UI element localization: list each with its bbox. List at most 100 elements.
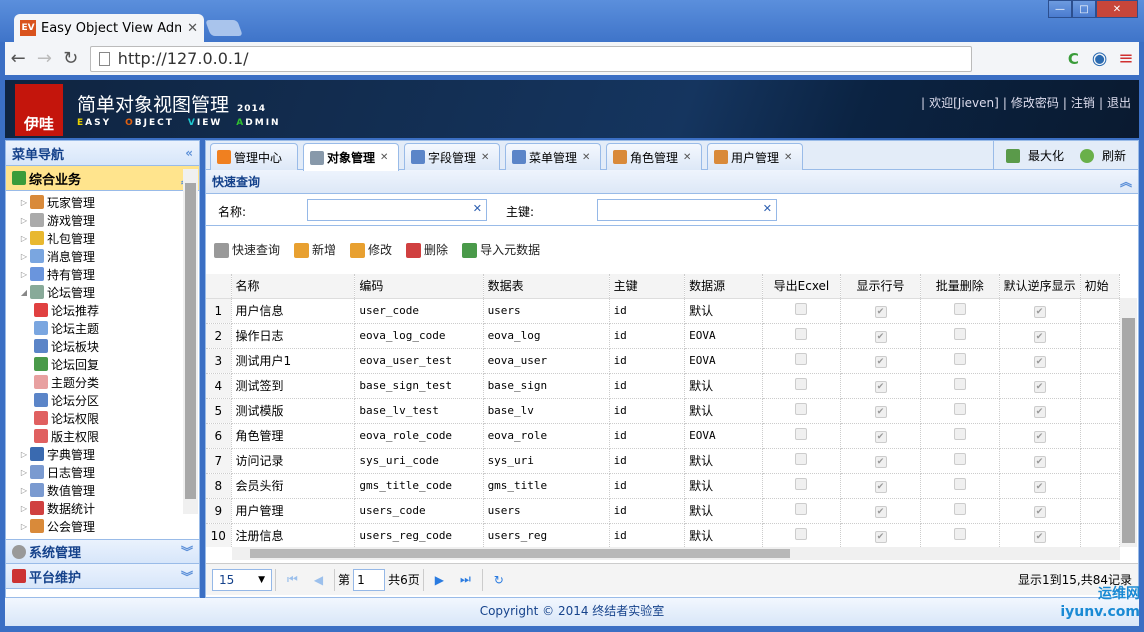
close-tab-icon[interactable]: ✕ — [683, 152, 691, 163]
close-tab-icon[interactable]: ✕ — [481, 152, 489, 163]
table-row[interactable]: 7 访问记录 sys_uri_code sys_uri id 默认 ✔ ✔ — [206, 448, 1120, 474]
column-header[interactable]: 主键 — [609, 274, 686, 299]
toolbar-button-3[interactable]: 删除 — [406, 241, 448, 258]
collapsed-arrow-icon[interactable]: ▷ — [18, 216, 30, 225]
checkbox-rownum[interactable]: ✔ — [874, 356, 887, 368]
checkbox-rownum[interactable]: ✔ — [874, 456, 887, 468]
checkbox-excel[interactable] — [795, 378, 808, 390]
checkbox-batch[interactable] — [953, 453, 966, 465]
toolbar-button-1[interactable]: 新增 — [294, 241, 336, 258]
user-link[interactable]: 欢迎[Jieven] — [929, 96, 999, 110]
tab-2[interactable]: 字段管理 ✕ — [404, 143, 500, 170]
tree-item[interactable]: 论坛推荐 — [6, 301, 199, 319]
table-row[interactable]: 8 会员头衔 gms_title_code gms_title id 默认 ✔ ✔ — [206, 473, 1120, 499]
tab-0[interactable]: 管理中心 — [210, 143, 298, 170]
grid-hscrollbar[interactable] — [232, 547, 1120, 560]
collapsed-arrow-icon[interactable]: ▷ — [18, 198, 30, 207]
url-input[interactable]: http://127.0.0.1/ — [89, 45, 973, 72]
checkbox-batch[interactable] — [953, 428, 966, 440]
name-input[interactable]: ✕ — [307, 199, 487, 221]
clear-icon[interactable]: ✕ — [473, 202, 482, 215]
globe-icon[interactable]: ◉ — [1086, 48, 1112, 69]
tree-item[interactable]: 论坛主题 — [6, 319, 199, 337]
tree-item[interactable]: ▷ 公会管理 — [6, 517, 199, 535]
next-page-icon[interactable]: ▶ — [435, 573, 444, 587]
collapsed-arrow-icon[interactable]: ▷ — [18, 450, 30, 459]
tree-item[interactable]: ▷ 游戏管理 — [6, 211, 199, 229]
column-header[interactable]: 显示行号 — [840, 274, 921, 299]
checkbox-excel[interactable] — [795, 478, 808, 490]
close-tab-icon[interactable]: ✕ — [380, 152, 388, 163]
checkbox-excel[interactable] — [795, 453, 808, 465]
toolbar-button-2[interactable]: 修改 — [350, 241, 392, 258]
tree-item[interactable]: 论坛权限 — [6, 409, 199, 427]
close-tab-icon[interactable]: ✕ — [187, 21, 198, 36]
collapsed-arrow-icon[interactable]: ▷ — [18, 486, 30, 495]
collapse-query-icon[interactable]: ︽ — [1120, 173, 1132, 190]
tree-item[interactable]: ◢ 论坛管理 — [6, 283, 199, 301]
table-row[interactable]: 6 角色管理 eova_role_code eova_role id EOVA ✔ ✔ — [206, 423, 1120, 449]
checkbox-batch[interactable] — [953, 303, 966, 315]
prev-page-icon[interactable]: ◀ — [314, 573, 323, 587]
checkbox-rownum[interactable]: ✔ — [874, 481, 887, 493]
table-row[interactable]: 2 操作日志 eova_log_code eova_log id EOVA ✔ ✔ — [206, 323, 1120, 349]
panel-header-platform[interactable]: 平台维护 ︾ — [6, 564, 199, 589]
forward-icon[interactable]: → — [31, 48, 57, 69]
table-row[interactable]: 4 测试签到 base_sign_test base_sign id 默认 ✔ ✔ — [206, 373, 1120, 399]
expanded-arrow-icon[interactable]: ◢ — [18, 288, 30, 297]
checkbox-reverse[interactable]: ✔ — [1033, 456, 1046, 468]
collapsed-arrow-icon[interactable]: ▷ — [18, 252, 30, 261]
panel-header-business[interactable]: 综合业务︽ — [6, 166, 199, 191]
tree-item[interactable]: ▷ 数据统计 — [6, 499, 199, 517]
clear-icon[interactable]: ✕ — [763, 202, 772, 215]
column-header[interactable]: 导出Ecxel — [762, 274, 842, 299]
back-icon[interactable]: ← — [5, 48, 31, 69]
last-page-icon[interactable]: ⏭ — [460, 572, 471, 587]
tree-item[interactable]: ▷ 玩家管理 — [6, 193, 199, 211]
table-row[interactable]: 10 注册信息 users_reg_code users_reg id 默认 ✔ ✔ — [206, 523, 1120, 547]
checkbox-rownum[interactable]: ✔ — [874, 431, 887, 443]
checkbox-batch[interactable] — [953, 503, 966, 515]
checkbox-rownum[interactable]: ✔ — [874, 531, 887, 543]
reload-icon[interactable]: ↻ — [58, 48, 84, 69]
pk-input[interactable]: ✕ — [597, 199, 777, 221]
column-header[interactable]: 批量删除 — [920, 274, 1000, 299]
checkbox-excel[interactable] — [795, 353, 808, 365]
tab-1[interactable]: 对象管理 ✕ — [303, 143, 399, 171]
tree-item[interactable]: 论坛板块 — [6, 337, 199, 355]
checkbox-excel[interactable] — [795, 303, 808, 315]
user-link[interactable]: 修改密码 — [1011, 96, 1059, 110]
checkbox-excel[interactable] — [795, 428, 808, 440]
table-row[interactable]: 3 测试用户1 eova_user_test eova_user id EOVA ✔ ✔ — [206, 348, 1120, 374]
checkbox-batch[interactable] — [953, 478, 966, 490]
collapsed-arrow-icon[interactable]: ▷ — [18, 234, 30, 243]
close-tab-icon[interactable]: ✕ — [582, 152, 590, 163]
checkbox-excel[interactable] — [795, 528, 808, 540]
tree-item[interactable]: ▷ 礼包管理 — [6, 229, 199, 247]
checkbox-reverse[interactable]: ✔ — [1033, 406, 1046, 418]
checkbox-batch[interactable] — [953, 403, 966, 415]
tree-item[interactable]: 论坛回复 — [6, 355, 199, 373]
tab-3[interactable]: 菜单管理 ✕ — [505, 143, 601, 170]
tree-item[interactable]: 主题分类 — [6, 373, 199, 391]
checkbox-reverse[interactable]: ✔ — [1033, 381, 1046, 393]
maximize-button[interactable]: □ — [1072, 0, 1096, 18]
page-number-input[interactable]: 1 — [353, 568, 386, 591]
toolbar-button-4[interactable]: 导入元数据 — [462, 241, 540, 258]
table-row[interactable]: 9 用户管理 users_code users id 默认 ✔ ✔ — [206, 498, 1120, 524]
column-header[interactable]: 数据源 — [684, 274, 763, 299]
checkbox-excel[interactable] — [795, 503, 808, 515]
checkbox-reverse[interactable]: ✔ — [1033, 331, 1046, 343]
refresh-button[interactable]: 刷新 — [1076, 147, 1130, 164]
checkbox-rownum[interactable]: ✔ — [874, 381, 887, 393]
first-page-icon[interactable]: ⏮ — [287, 572, 298, 587]
expand-panel-icon[interactable]: ︾ — [181, 568, 193, 585]
panel-header-system[interactable]: 系统管理 ︾ — [6, 539, 199, 564]
collapsed-arrow-icon[interactable]: ▷ — [18, 522, 30, 531]
user-link[interactable]: 退出 — [1107, 96, 1131, 110]
reload-icon[interactable]: ↻ — [494, 573, 504, 587]
checkbox-excel[interactable] — [795, 403, 808, 415]
checkbox-reverse[interactable]: ✔ — [1033, 506, 1046, 518]
tree-item[interactable]: 版主权限 — [6, 427, 199, 445]
checkbox-batch[interactable] — [953, 353, 966, 365]
